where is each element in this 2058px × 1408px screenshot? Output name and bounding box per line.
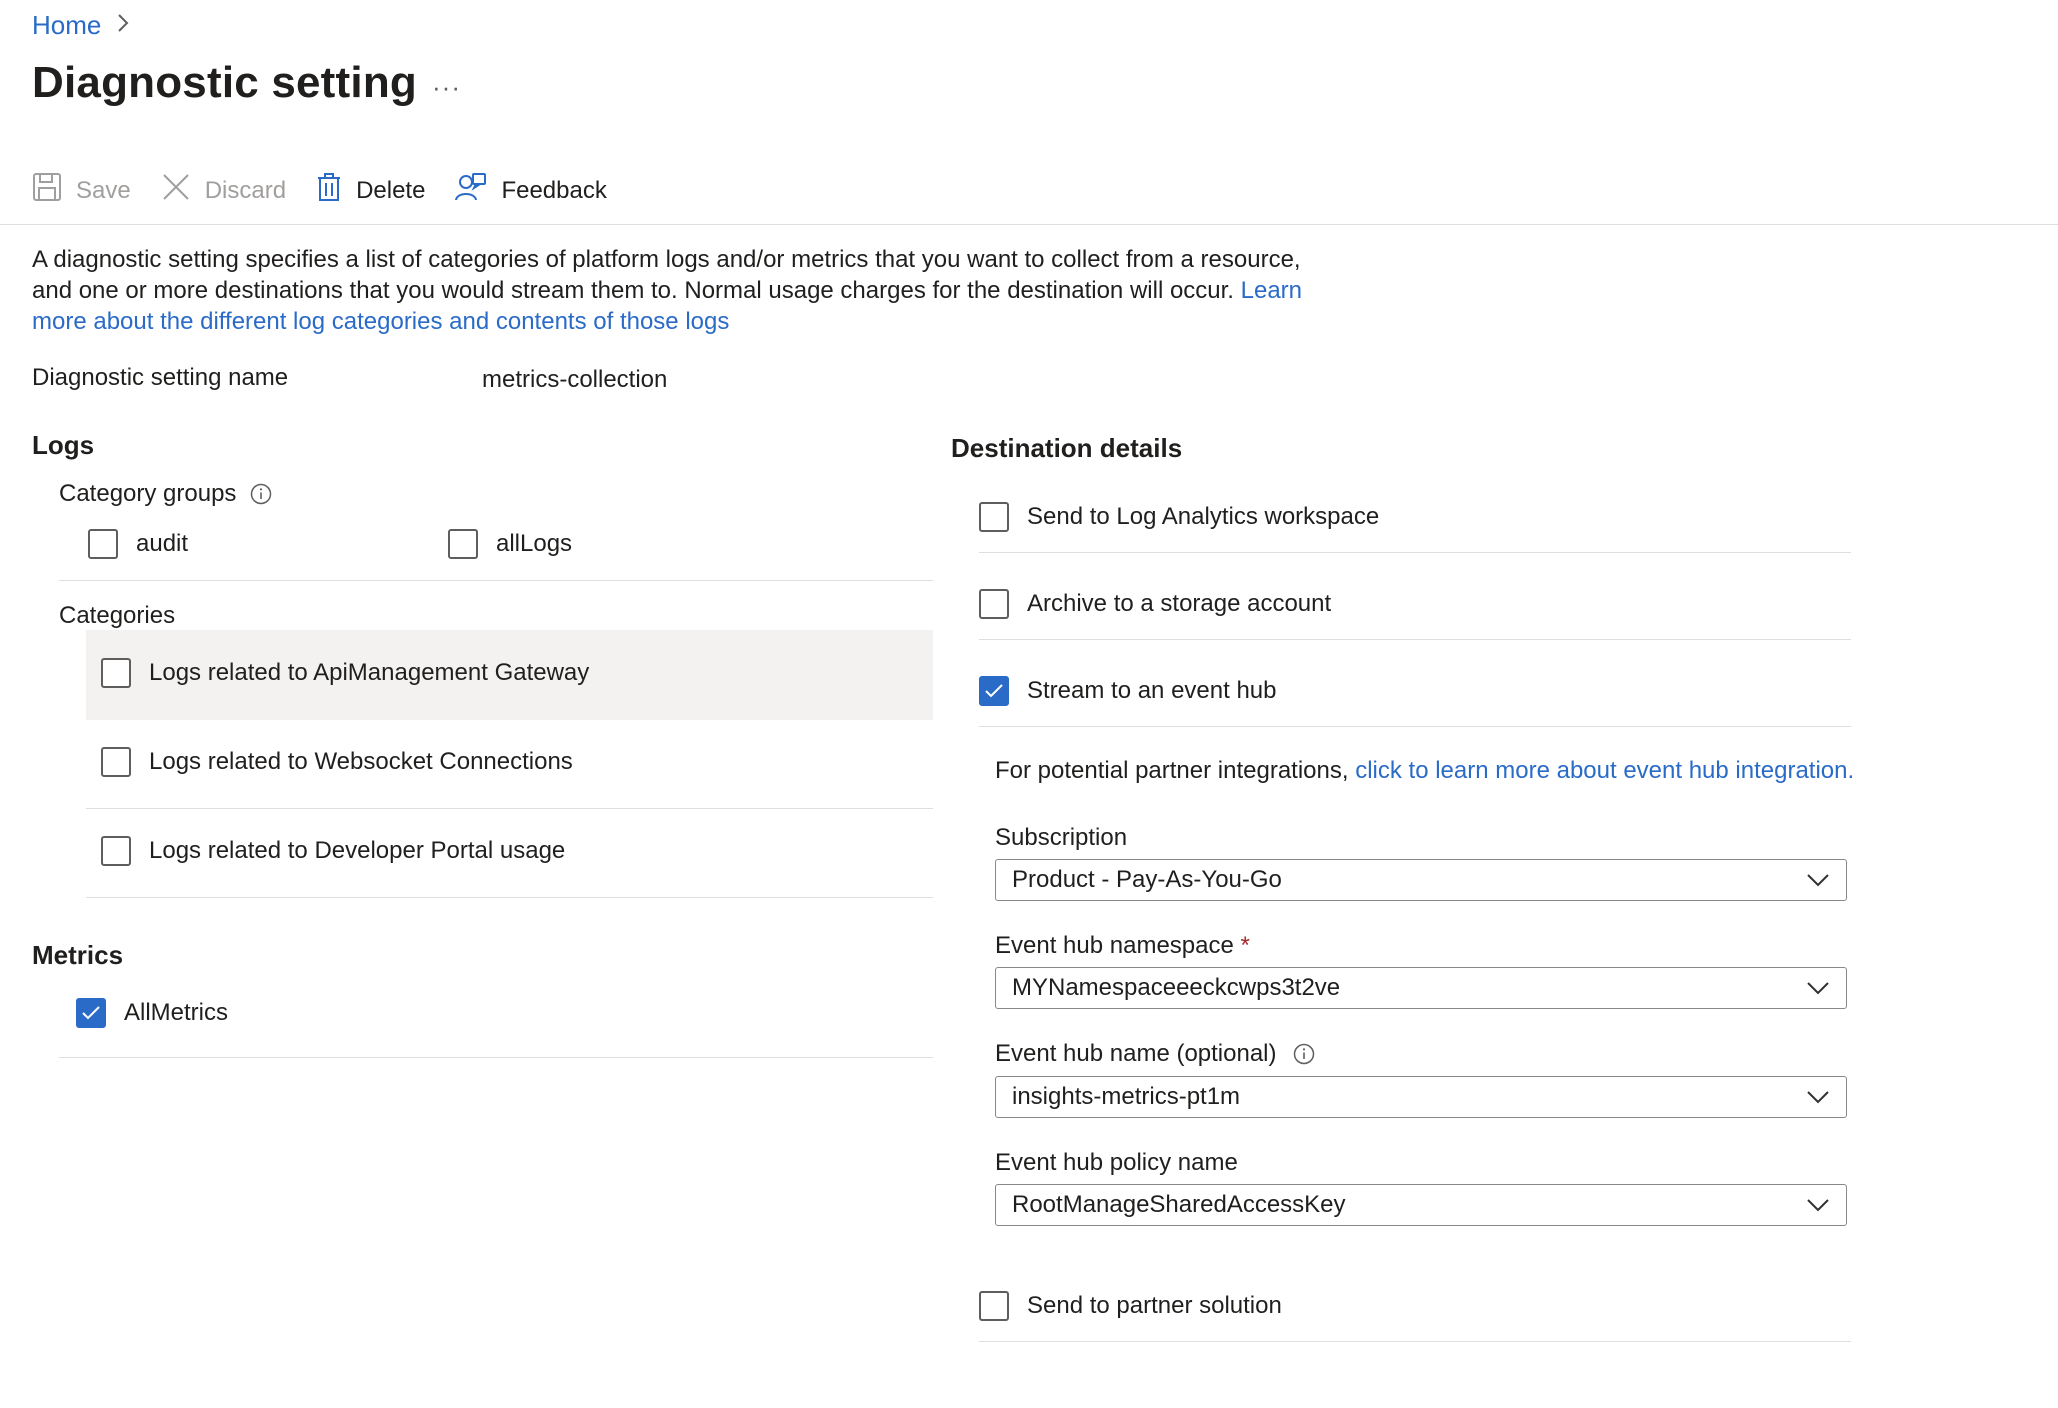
subscription-dropdown[interactable]: Product - Pay-As-You-Go	[995, 859, 1847, 901]
divider	[979, 552, 1851, 553]
dest-log-analytics[interactable]: Send to Log Analytics workspace	[979, 502, 1379, 532]
hub-name-dropdown[interactable]: insights-metrics-pt1m	[995, 1076, 1847, 1118]
apimanagement-gateway-checkbox[interactable]	[101, 658, 131, 688]
delete-label: Delete	[356, 176, 426, 204]
developer-portal-label: Logs related to Developer Portal usage	[149, 837, 566, 864]
hub-name-value: insights-metrics-pt1m	[1012, 1083, 1241, 1110]
save-label: Save	[76, 176, 131, 204]
hub-name-label: Event hub name (optional)	[995, 1040, 1277, 1067]
category-websocket-connections[interactable]: Logs related to Websocket Connections	[101, 747, 573, 777]
dest-event-hub[interactable]: Stream to an event hub	[979, 676, 1277, 706]
chevron-down-icon	[1806, 1191, 1830, 1219]
breadcrumb-home-link[interactable]: Home	[32, 10, 101, 41]
category-groups-label: Category groups	[59, 480, 237, 507]
partner-note: For potential partner integrations, clic…	[995, 757, 1854, 785]
category-groups-header: Category groups	[59, 480, 272, 508]
discard-button[interactable]: Discard	[161, 172, 286, 209]
event-hub-integration-link[interactable]: click to learn more about event hub inte…	[1355, 757, 1854, 784]
dest-storage-account[interactable]: Archive to a storage account	[979, 589, 1331, 619]
dest-partner-solution[interactable]: Send to partner solution	[979, 1291, 1282, 1321]
category-group-alllogs[interactable]: allLogs	[448, 529, 572, 559]
more-options-button[interactable]: ···	[432, 72, 461, 103]
logs-heading: Logs	[32, 430, 95, 460]
developer-portal-checkbox[interactable]	[101, 836, 131, 866]
description-text: A diagnostic setting specifies a list of…	[32, 246, 1301, 304]
info-icon[interactable]	[250, 483, 272, 505]
category-developer-portal[interactable]: Logs related to Developer Portal usage	[101, 836, 565, 866]
alllogs-label: allLogs	[496, 530, 573, 557]
divider	[59, 1057, 933, 1058]
setting-name-label: Diagnostic setting name	[32, 364, 289, 391]
save-button[interactable]: Save	[32, 172, 131, 209]
toolbar-divider	[0, 224, 2058, 225]
metrics-heading: Metrics	[32, 940, 124, 970]
chevron-right-icon	[117, 12, 129, 40]
required-indicator: *	[1240, 932, 1250, 959]
subscription-label: Subscription	[995, 824, 1128, 851]
policy-dropdown[interactable]: RootManageSharedAccessKey	[995, 1184, 1847, 1226]
log-analytics-label: Send to Log Analytics workspace	[1027, 503, 1380, 530]
chevron-down-icon	[1806, 866, 1830, 894]
breadcrumb: Home	[32, 10, 129, 41]
trash-icon	[316, 172, 342, 209]
info-icon[interactable]	[1293, 1043, 1315, 1065]
policy-value: RootManageSharedAccessKey	[1012, 1191, 1346, 1218]
allmetrics-checkbox[interactable]	[76, 998, 106, 1028]
category-apimanagement-gateway[interactable]: Logs related to ApiManagement Gateway	[101, 658, 589, 688]
setting-name-value: metrics-collection	[482, 366, 668, 393]
audit-checkbox[interactable]	[88, 529, 118, 559]
partner-note-text: For potential partner integrations,	[995, 757, 1349, 784]
chevron-down-icon	[1806, 974, 1830, 1002]
metric-allmetrics[interactable]: AllMetrics	[76, 998, 228, 1028]
alllogs-checkbox[interactable]	[448, 529, 478, 559]
divider	[979, 1341, 1851, 1342]
discard-label: Discard	[204, 176, 287, 204]
log-analytics-checkbox[interactable]	[979, 502, 1009, 532]
namespace-label: Event hub namespace	[995, 932, 1234, 959]
feedback-icon	[455, 172, 487, 209]
namespace-label-row: Event hub namespace *	[995, 932, 1250, 960]
apimanagement-gateway-label: Logs related to ApiManagement Gateway	[149, 659, 590, 686]
event-hub-label: Stream to an event hub	[1027, 677, 1277, 704]
chevron-down-icon	[1806, 1083, 1830, 1111]
divider	[979, 639, 1851, 640]
divider	[59, 580, 933, 581]
page-title: Diagnostic setting	[32, 58, 417, 107]
namespace-value: MYNamespaceeeckcwps3t2ve	[1012, 974, 1341, 1001]
partner-solution-label: Send to partner solution	[1027, 1292, 1282, 1319]
checkmark-icon	[82, 1006, 100, 1020]
feedback-label: Feedback	[501, 176, 607, 204]
event-hub-checkbox[interactable]	[979, 676, 1009, 706]
websocket-connections-label: Logs related to Websocket Connections	[149, 748, 573, 775]
websocket-connections-checkbox[interactable]	[101, 747, 131, 777]
storage-account-checkbox[interactable]	[979, 589, 1009, 619]
delete-button[interactable]: Delete	[316, 172, 425, 209]
hub-name-label-row: Event hub name (optional)	[995, 1040, 1315, 1068]
description: A diagnostic setting specifies a list of…	[32, 244, 1332, 337]
partner-solution-checkbox[interactable]	[979, 1291, 1009, 1321]
allmetrics-label: AllMetrics	[124, 999, 229, 1026]
category-group-audit[interactable]: audit	[88, 529, 188, 559]
categories-label: Categories	[59, 602, 176, 629]
destination-heading: Destination details	[951, 433, 1183, 463]
feedback-button[interactable]: Feedback	[455, 172, 607, 209]
policy-label: Event hub policy name	[995, 1149, 1238, 1176]
divider	[979, 726, 1851, 727]
audit-label: audit	[136, 530, 189, 557]
divider	[86, 808, 933, 809]
divider	[86, 897, 933, 898]
command-bar: Save Discard Delete Feedback	[32, 172, 637, 209]
subscription-value: Product - Pay-As-You-Go	[1012, 866, 1282, 893]
close-icon	[161, 172, 191, 209]
storage-account-label: Archive to a storage account	[1027, 590, 1332, 617]
namespace-dropdown[interactable]: MYNamespaceeeckcwps3t2ve	[995, 967, 1847, 1009]
save-icon	[32, 172, 62, 209]
checkmark-icon	[985, 684, 1003, 698]
